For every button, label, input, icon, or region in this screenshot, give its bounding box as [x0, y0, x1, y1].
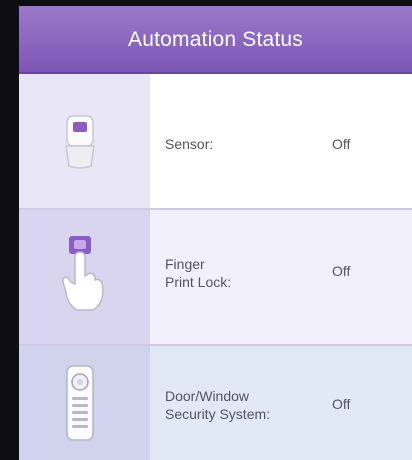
icon-cell	[19, 74, 150, 208]
device-row-fingerprint-lock[interactable]: Finger Print Lock: Off	[19, 210, 412, 344]
fingerprint-lock-label-line1: Finger	[165, 256, 205, 272]
fingerprint-lock-status-value: Off	[332, 263, 351, 279]
automation-status-panel: Automation Status Sensor: Off Finger Pri…	[19, 6, 412, 460]
door-window-label-line1: Door/Window	[165, 388, 250, 404]
sensor-label: Sensor:	[165, 136, 214, 152]
door-window-status-value: Off	[332, 396, 351, 412]
keypad-remote-icon	[66, 365, 94, 441]
sensor-status-value: Off	[332, 136, 351, 152]
device-row-sensor[interactable]: Sensor: Off	[19, 74, 412, 208]
fingerprint-lock-icon	[62, 236, 104, 311]
icon-cell	[19, 210, 150, 344]
motion-sensor-icon	[65, 115, 95, 169]
fingerprint-lock-label-line2: Print Lock:	[165, 274, 232, 290]
door-window-label-line2: Security System:	[165, 406, 271, 422]
icon-cell	[19, 346, 150, 460]
device-row-door-window-security[interactable]: Door/Window Security System: Off	[19, 346, 412, 460]
panel-title: Automation Status	[19, 6, 412, 74]
